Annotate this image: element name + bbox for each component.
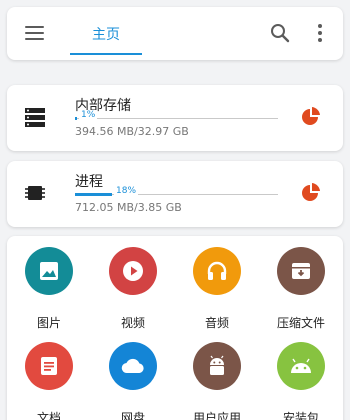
category-label: 安装包 — [282, 411, 319, 420]
category-label: 音频 — [204, 316, 229, 330]
usage-progress-bar — [75, 193, 278, 196]
tab-home-label: 主页 — [92, 27, 120, 43]
usage-percent: 1% — [79, 110, 98, 120]
category-video[interactable]: 视频 — [97, 247, 169, 330]
chip-icon — [23, 181, 47, 205]
category-archives[interactable]: 压缩文件 — [265, 247, 337, 330]
usage-percent: 18% — [114, 186, 139, 196]
tab-home[interactable]: 主页 — [70, 7, 142, 60]
category-user-apps[interactable]: 用户应用 — [181, 342, 253, 420]
hamburger-menu-icon[interactable] — [24, 22, 46, 44]
image-icon — [40, 262, 58, 280]
category-label: 用户应用 — [192, 411, 241, 420]
category-cloud[interactable]: 网盘 — [97, 342, 169, 420]
category-icon-bg — [109, 247, 157, 295]
category-audio[interactable]: 音频 — [181, 247, 253, 330]
category-label: 网盘 — [120, 411, 145, 420]
category-label: 视频 — [120, 316, 145, 330]
play-icon — [123, 261, 143, 281]
category-grid: 图片 视频 音频 压缩文件 文档 网盘 用户应用 安装包 — [7, 236, 343, 420]
internal-storage-card[interactable]: 内部存储 1% 394.56 MB/32.97 GB — [7, 85, 343, 151]
headphones-icon — [207, 261, 227, 280]
category-icon-bg — [25, 247, 73, 295]
app-bar: 主页 — [7, 7, 343, 60]
tab-indicator — [70, 53, 142, 55]
category-label: 压缩文件 — [276, 316, 325, 330]
pie-chart-icon[interactable] — [300, 181, 322, 203]
search-icon[interactable] — [269, 22, 291, 44]
usage-text: 394.56 MB/32.97 GB — [75, 125, 189, 138]
category-images[interactable]: 图片 — [13, 247, 85, 330]
category-documents[interactable]: 文档 — [13, 342, 85, 420]
more-options-icon[interactable] — [311, 22, 329, 44]
document-icon — [41, 357, 57, 375]
usage-progress-fill — [75, 117, 77, 120]
android-icon — [210, 355, 224, 375]
category-label: 文档 — [36, 411, 61, 420]
process-memory-card[interactable]: 进程 18% 712.05 MB/3.85 GB — [7, 161, 343, 227]
category-icon-bg — [25, 342, 73, 390]
category-icon-bg — [277, 247, 325, 295]
category-label: 图片 — [36, 316, 61, 330]
category-icon-bg — [109, 342, 157, 390]
storage-icon — [23, 105, 47, 129]
cloud-icon — [121, 358, 144, 374]
android-icon — [291, 358, 311, 373]
category-icon-bg — [277, 342, 325, 390]
usage-progress-bar — [75, 117, 278, 120]
category-apks[interactable]: 安装包 — [265, 342, 337, 420]
usage-progress-fill — [75, 193, 112, 196]
category-icon-bg — [193, 342, 241, 390]
pie-chart-icon[interactable] — [300, 105, 322, 127]
category-icon-bg — [193, 247, 241, 295]
usage-text: 712.05 MB/3.85 GB — [75, 201, 182, 214]
archive-icon — [292, 263, 310, 279]
card-title: 进程 — [75, 174, 103, 190]
